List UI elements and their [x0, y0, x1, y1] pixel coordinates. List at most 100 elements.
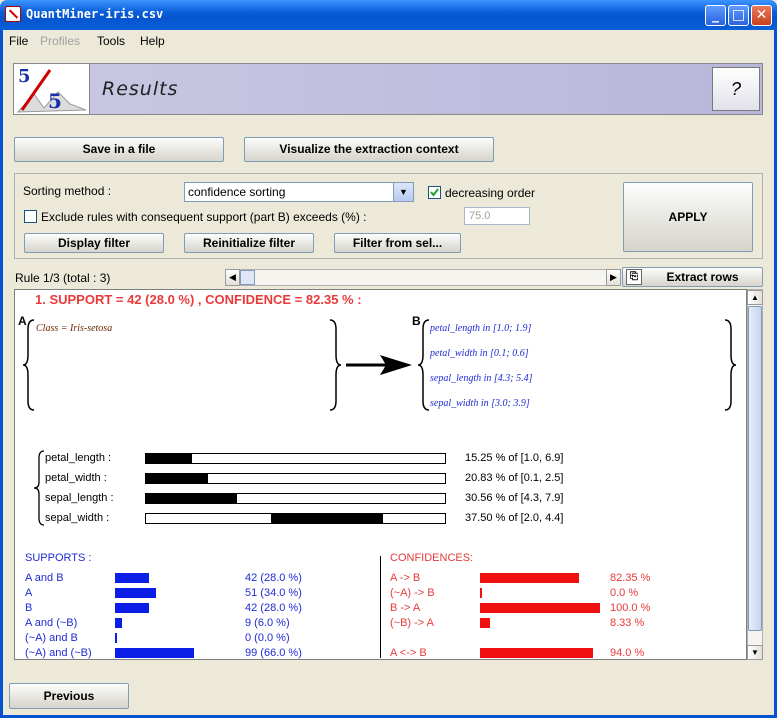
exclude-rules-checkbox[interactable]	[24, 210, 37, 223]
support-value: 42 (28.0 %)	[245, 602, 302, 614]
support-label: A and (~B)	[25, 617, 78, 629]
interval-percent: 30.56 % of [4.3, 7.9]	[465, 492, 564, 504]
support-label: A	[25, 587, 33, 599]
support-bar	[115, 618, 123, 628]
interval-bar	[145, 513, 446, 524]
support-bar	[115, 648, 195, 658]
confidence-label: (~B) -> A	[390, 617, 435, 629]
confidences-title: CONFIDENCES:	[390, 552, 474, 564]
minimize-button[interactable]: _	[705, 5, 726, 26]
part-a-left-brace	[22, 319, 35, 411]
interval-bar	[145, 493, 446, 504]
previous-button[interactable]: Previous	[9, 683, 129, 709]
app-icon[interactable]	[5, 6, 21, 22]
support-label: (~A) and (~B)	[25, 647, 92, 659]
support-label: B	[25, 602, 33, 614]
part-a-item: Class = Iris-setosa	[36, 323, 113, 334]
intervals-brace	[33, 450, 45, 526]
interval-bar-fill	[146, 474, 209, 483]
scroll-right-icon[interactable]: ▶	[606, 269, 621, 286]
confidence-bar	[480, 618, 490, 628]
logo-digit-bottom: 5	[48, 89, 62, 113]
confidence-bar	[480, 603, 600, 613]
page-title: Results	[102, 78, 179, 100]
part-b-right-brace	[724, 319, 737, 411]
part-b-item: sepal_length in [4.3; 5.4]	[430, 373, 533, 384]
menu-file[interactable]: File	[9, 34, 28, 48]
interval-percent: 20.83 % of [0.1, 2.5]	[465, 472, 564, 484]
confidence-bar	[480, 588, 482, 598]
extract-rows-label: Extract rows	[666, 270, 739, 284]
content-scroll-thumb[interactable]	[748, 306, 762, 631]
part-b-item: sepal_width in [3.0; 3.9]	[430, 398, 530, 409]
interval-percent: 37.50 % of [2.0, 4.4]	[465, 512, 564, 524]
menu-help[interactable]: Help	[140, 34, 165, 48]
support-value: 42 (28.0 %)	[245, 572, 302, 584]
support-value: 0 (0.0 %)	[245, 632, 290, 644]
apply-button[interactable]: APPLY	[623, 182, 753, 252]
scroll-left-icon[interactable]: ◀	[225, 269, 240, 286]
rule-scrollbar[interactable]	[225, 269, 620, 286]
support-bar	[115, 588, 156, 598]
visualize-context-button[interactable]: Visualize the extraction context	[244, 137, 494, 162]
supports-title: SUPPORTS :	[25, 552, 92, 564]
interval-attribute-label: sepal_length :	[45, 492, 114, 504]
stats-divider	[380, 556, 381, 658]
confidence-value: 100.0 %	[610, 602, 651, 614]
confidence-label: B -> A	[390, 602, 421, 614]
menu-profiles[interactable]: Profiles	[40, 34, 80, 48]
rule-headline: 1. SUPPORT = 42 (28.0 %) , CONFIDENCE = …	[35, 292, 362, 307]
scroll-down-icon[interactable]: ▼	[747, 645, 763, 660]
interval-bar	[145, 473, 446, 484]
rule-scroll-thumb[interactable]	[240, 270, 255, 285]
reinitialize-filter-button[interactable]: Reinitialize filter	[184, 233, 314, 253]
interval-percent: 15.25 % of [1.0, 6.9]	[465, 452, 564, 464]
part-b-item: petal_width in [0.1; 0.6]	[430, 348, 529, 359]
window-title: QuantMiner-iris.csv	[26, 7, 164, 21]
scroll-up-icon[interactable]: ▲	[747, 290, 763, 305]
interval-attribute-label: sepal_width :	[45, 512, 110, 524]
support-label: (~A) and B	[25, 632, 78, 644]
display-filter-button[interactable]: Display filter	[24, 233, 164, 253]
support-value: 9 (6.0 %)	[245, 617, 290, 629]
rule-counter: Rule 1/3 (total : 3)	[15, 271, 111, 285]
confidence-bar	[480, 648, 593, 658]
part-b-item: petal_length in [1.0; 1.9]	[430, 323, 532, 334]
sorting-method-select[interactable]: confidence sorting	[184, 182, 414, 202]
confidence-label: (~A) -> B	[390, 587, 435, 599]
interval-bar-fill	[146, 454, 192, 463]
filter-from-selection-button[interactable]: Filter from sel...	[334, 233, 461, 253]
confidence-bar	[480, 573, 579, 583]
part-a-right-brace	[329, 319, 342, 411]
sorting-method-value: confidence sorting	[188, 185, 286, 199]
support-value: 99 (66.0 %)	[245, 647, 302, 659]
confidence-value: 94.0 %	[610, 647, 645, 659]
help-button[interactable]: ?	[712, 67, 760, 111]
interval-bar	[145, 453, 446, 464]
confidence-value: 0.0 %	[610, 587, 639, 599]
support-bar	[115, 633, 117, 643]
decreasing-order-checkbox[interactable]	[428, 186, 441, 199]
support-bar	[115, 573, 149, 583]
support-label: A and B	[25, 572, 64, 584]
chevron-down-icon[interactable]: ▼	[393, 183, 413, 201]
confidence-value: 82.35 %	[610, 572, 651, 584]
logo-digit-top: 5	[18, 66, 31, 87]
maximize-button[interactable]: □	[728, 5, 749, 26]
threshold-input[interactable]: 75.0	[464, 207, 530, 225]
support-bar	[115, 603, 149, 613]
interval-attribute-label: petal_length :	[45, 452, 112, 464]
confidence-value: 8.33 %	[610, 617, 645, 629]
confidence-label: A <-> B	[390, 647, 427, 659]
interval-attribute-label: petal_width :	[45, 472, 107, 484]
menu-tools[interactable]: Tools	[97, 34, 125, 48]
extract-rows-button[interactable]: ⎘ Extract rows	[622, 267, 763, 287]
interval-bar-fill	[270, 514, 383, 523]
decreasing-order-label: decreasing order	[445, 186, 536, 200]
close-button[interactable]: ✕	[751, 5, 772, 26]
save-in-file-button[interactable]: Save in a file	[14, 137, 224, 162]
sorting-method-label: Sorting method :	[23, 184, 112, 198]
quantminer-logo: 5 5	[14, 64, 90, 114]
confidence-label: A -> B	[390, 572, 421, 584]
exclude-rules-label: Exclude rules with consequent support (p…	[41, 210, 367, 224]
